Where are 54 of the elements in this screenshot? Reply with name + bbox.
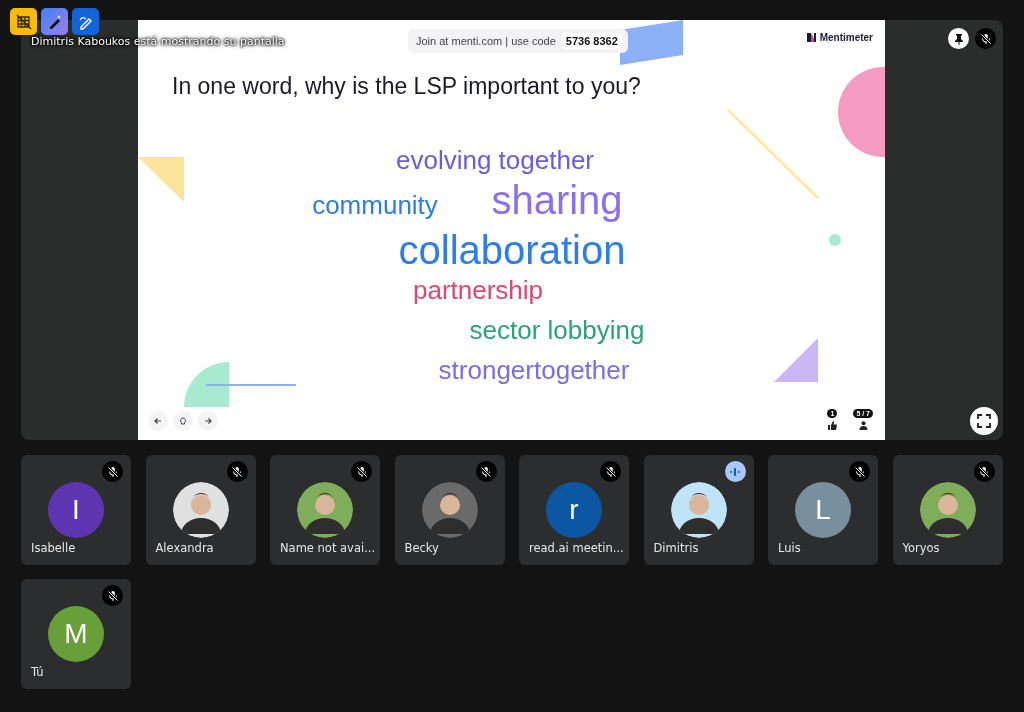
slide-question: In one word, why is the LSP important to you?	[172, 73, 641, 100]
decorative-dot	[829, 234, 841, 246]
avatar-initial: I	[48, 482, 104, 538]
pin-button[interactable]	[948, 28, 969, 49]
participant-tile[interactable]: Alexandra	[145, 455, 256, 565]
participant-name: read.ai meetin...	[529, 541, 624, 555]
participant-name: Becky	[404, 541, 439, 555]
participant-name: Dimitris	[653, 541, 699, 555]
participant-name: Alexandra	[155, 541, 214, 555]
person-icon	[858, 421, 868, 430]
participant-tile[interactable]: I Isabelle	[21, 455, 131, 565]
participant-tile[interactable]: Yoryos	[892, 455, 1003, 565]
avatar-initial: L	[795, 482, 851, 538]
fullscreen-icon	[977, 414, 991, 428]
word-cloud-word: sector lobbying	[469, 314, 645, 346]
avatar-initial: M	[48, 606, 104, 662]
avatar-initial: r	[546, 482, 602, 538]
pen-button[interactable]	[72, 8, 99, 35]
participant-tile[interactable]: L Luis	[768, 455, 878, 565]
pin-icon	[952, 32, 965, 45]
arrow-left-icon	[154, 417, 162, 425]
grid-off-button[interactable]	[10, 8, 37, 35]
brand-name: Mentimeter	[819, 32, 873, 43]
participant-name: Isabelle	[31, 541, 76, 555]
participant-tile[interactable]: Becky	[394, 455, 505, 565]
hint-button[interactable]	[173, 411, 193, 431]
join-instructions: Join at menti.com | use code	[416, 35, 556, 47]
word-cloud-word: sharing	[491, 177, 623, 223]
previous-button[interactable]	[148, 411, 168, 431]
logo-icon	[806, 33, 816, 42]
participant-tile[interactable]: r read.ai meetin...	[519, 455, 629, 565]
voting-code: 5736 8362	[561, 33, 622, 49]
word-cloud-word: strongertogether	[438, 354, 630, 386]
participant-name: Luis	[778, 541, 801, 555]
decorative-shape	[620, 20, 683, 65]
thumbs-up-icon	[827, 421, 837, 430]
participant-tile[interactable]: M Tú	[21, 579, 131, 689]
word-cloud-word: partnership	[412, 274, 544, 306]
lightbulb-icon	[179, 416, 187, 426]
magic-pen-button[interactable]	[41, 8, 68, 35]
participant-name: Name not avai...	[280, 541, 376, 555]
participant-tile[interactable]: Dimitris	[643, 455, 754, 565]
word-cloud-word: evolving together	[396, 144, 594, 176]
grid-off-icon	[15, 13, 32, 30]
next-button[interactable]	[198, 411, 218, 431]
decorative-triangle	[774, 338, 818, 382]
word-cloud-word: community	[312, 189, 438, 221]
word-cloud-word: collaboration	[398, 227, 626, 273]
fullscreen-button[interactable]	[970, 407, 998, 435]
participant-name: Tú	[31, 665, 44, 679]
participant-tile[interactable]: Name not avai...	[270, 455, 380, 565]
arrow-right-icon	[204, 417, 212, 425]
decorative-triangle	[138, 157, 184, 202]
participant-name: Yoryos	[902, 541, 940, 555]
